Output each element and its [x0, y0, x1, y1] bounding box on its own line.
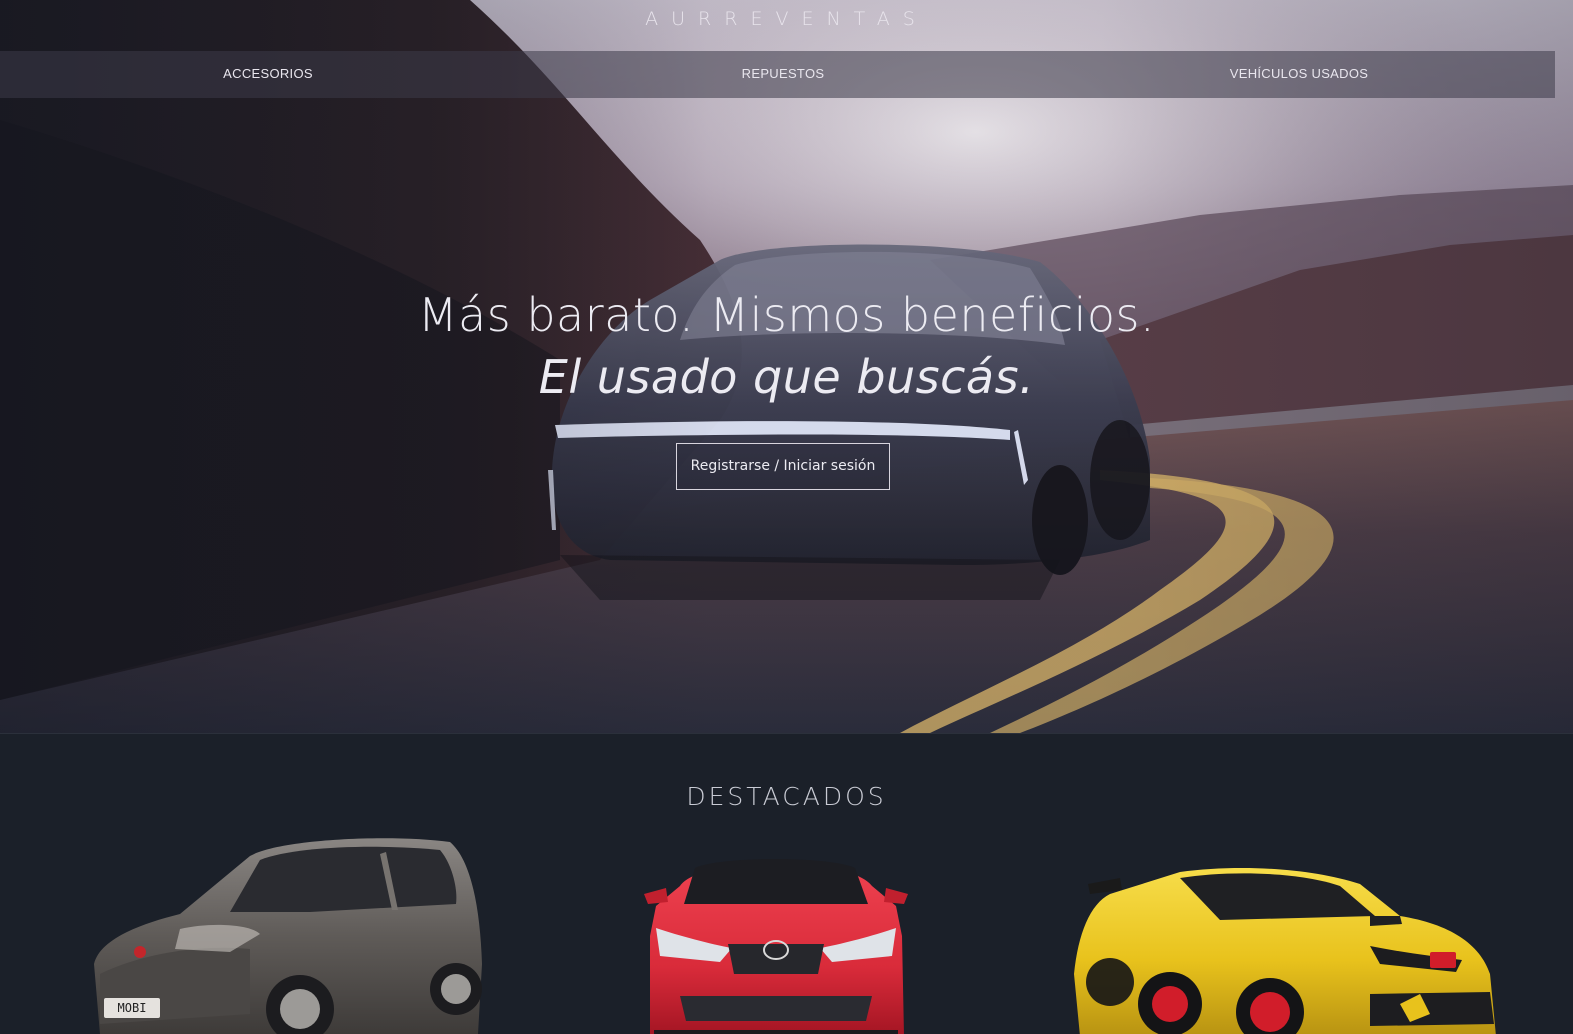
- featured-car-fiat-mobi[interactable]: MOBI: [80, 834, 484, 1034]
- hero-headline-line1: Más barato. Mismos beneficios.: [417, 288, 1156, 342]
- site-logo[interactable]: AURREVENTAS: [0, 8, 1573, 30]
- nav-item-repuestos[interactable]: REPUESTOS: [683, 51, 883, 98]
- main-navigation: ACCESORIOS REPUESTOS VEHÍCULOS USADOS: [0, 51, 1555, 98]
- hero-banner: AURREVENTAS ACCESORIOS REPUESTOS VEHÍCUL…: [0, 0, 1573, 733]
- featured-title: DESTACADOS: [686, 782, 887, 811]
- featured-car-toyota-corolla[interactable]: [640, 846, 912, 1034]
- hero-headline-line2: El usado que buscás.: [538, 350, 1035, 404]
- page: AURREVENTAS ACCESORIOS REPUESTOS VEHÍCUL…: [0, 0, 1573, 1034]
- featured-car-honda-civic[interactable]: [1070, 864, 1500, 1034]
- car-image-fiat-mobi: MOBI: [94, 838, 482, 1034]
- mobi-badge: MOBI: [118, 1001, 147, 1015]
- hero-headline: Más barato. Mismos beneficios. El usado …: [0, 284, 1573, 408]
- car-image-honda-civic: [1074, 868, 1496, 1034]
- register-login-button[interactable]: Registrarse / Iniciar sesión: [676, 443, 890, 490]
- nav-item-accesorios[interactable]: ACCESORIOS: [168, 51, 368, 98]
- nav-item-vehiculos-usados[interactable]: VEHÍCULOS USADOS: [1199, 51, 1399, 98]
- car-image-toyota-corolla: [644, 859, 908, 1034]
- featured-section: DESTACADOS MOBI: [0, 733, 1573, 1034]
